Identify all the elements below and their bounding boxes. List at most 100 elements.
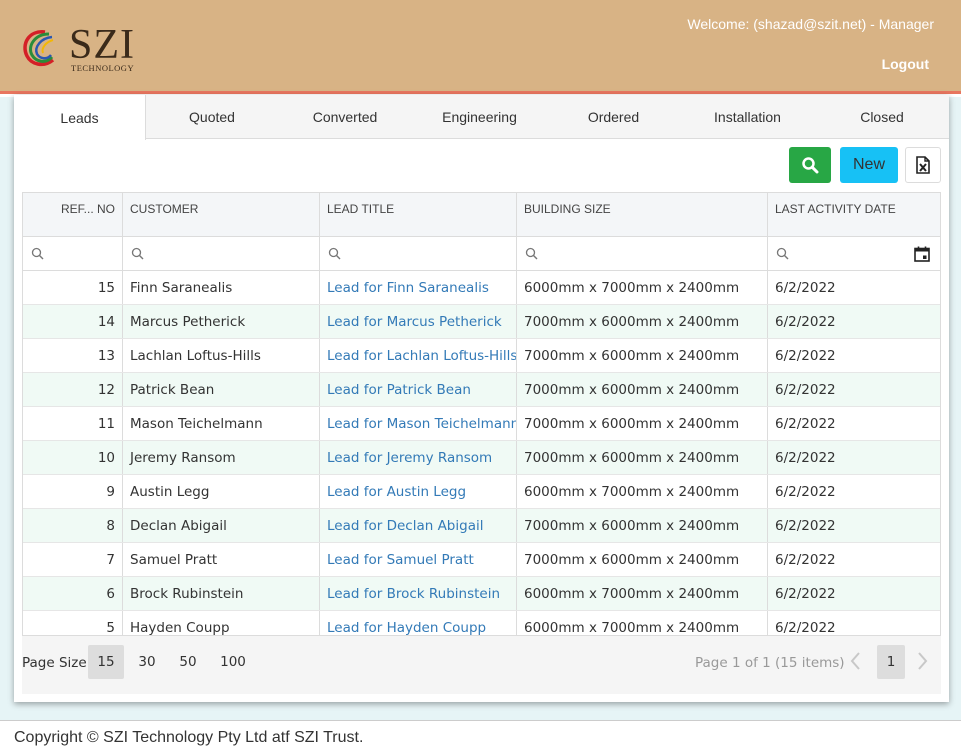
logout-link[interactable]: Logout — [882, 56, 929, 72]
search-icon — [131, 247, 144, 260]
cell-building-size: 7000mm x 6000mm x 2400mm — [517, 339, 768, 372]
cell-building-size: 7000mm x 6000mm x 2400mm — [517, 373, 768, 406]
app-header: SZI TECHNOLOGY Welcome: (shazad@szit.net… — [0, 0, 961, 94]
leads-card: Leads Quoted Converted Engineering Order… — [14, 95, 949, 702]
cell-ref-no: 14 — [23, 305, 123, 338]
tab-quoted[interactable]: Quoted — [146, 95, 278, 139]
table-row[interactable]: 10 Jeremy Ransom Lead for Jeremy Ransom … — [23, 441, 940, 475]
cell-building-size: 6000mm x 7000mm x 2400mm — [517, 577, 768, 610]
cell-customer: Marcus Petherick — [123, 305, 320, 338]
cell-building-size: 6000mm x 7000mm x 2400mm — [517, 271, 768, 304]
grid-body: 15 Finn Saranealis Lead for Finn Saranea… — [23, 271, 940, 636]
cell-customer: Hayden Coupp — [123, 611, 320, 635]
cell-building-size: 6000mm x 7000mm x 2400mm — [517, 475, 768, 508]
lead-title-link[interactable]: Lead for Declan Abigail — [320, 509, 517, 542]
cell-customer: Patrick Bean — [123, 373, 320, 406]
cell-last-activity-date: 6/2/2022 — [775, 313, 836, 330]
filter-last-activity-date[interactable] — [768, 237, 940, 271]
filter-ref-no[interactable] — [23, 237, 123, 271]
page-size-15[interactable]: 15 — [88, 645, 124, 679]
column-header-last-activity-date[interactable]: LAST ACTIVITY DATE — [768, 193, 940, 236]
cell-last-activity-date: 6/2/2022 — [775, 347, 836, 364]
cell-ref-no: 10 — [23, 441, 123, 474]
app-footer: Copyright © SZI Technology Pty Ltd atf S… — [0, 720, 961, 750]
search-icon — [802, 157, 819, 174]
lead-title-link[interactable]: Lead for Hayden Coupp — [320, 611, 517, 635]
table-row[interactable]: 12 Patrick Bean Lead for Patrick Bean 70… — [23, 373, 940, 407]
new-lead-button[interactable]: New — [840, 147, 898, 183]
page-size-50[interactable]: 50 — [173, 645, 203, 679]
cell-ref-no: 7 — [23, 543, 123, 576]
cell-ref-no: 13 — [23, 339, 123, 372]
cell-last-activity-date: 6/2/2022 — [775, 517, 836, 534]
lead-title-link[interactable]: Lead for Austin Legg — [320, 475, 517, 508]
tab-installation[interactable]: Installation — [680, 95, 815, 139]
cell-customer: Samuel Pratt — [123, 543, 320, 576]
page-size-label: Page Size: — [22, 655, 92, 671]
cell-customer: Jeremy Ransom — [123, 441, 320, 474]
table-row[interactable]: 8 Declan Abigail Lead for Declan Abigail… — [23, 509, 940, 543]
leads-panel: New REF... NO CUSTOMER LEAD TITLE BUILDI… — [22, 147, 941, 694]
table-row[interactable]: 11 Mason Teichelmann Lead for Mason Teic… — [23, 407, 940, 441]
cell-last-activity-date: 6/2/2022 — [775, 449, 836, 466]
tab-leads[interactable]: Leads — [14, 95, 146, 140]
lead-title-link[interactable]: Lead for Marcus Petherick — [320, 305, 517, 338]
cell-ref-no: 11 — [23, 407, 123, 440]
cell-last-activity-date: 6/2/2022 — [775, 381, 836, 398]
lead-title-link[interactable]: Lead for Finn Saranealis — [320, 271, 517, 304]
filter-customer[interactable] — [123, 237, 320, 271]
table-row[interactable]: 6 Brock Rubinstein Lead for Brock Rubins… — [23, 577, 940, 611]
table-row[interactable]: 15 Finn Saranealis Lead for Finn Saranea… — [23, 271, 940, 305]
grid-pager: Page Size: 15 30 50 100 Page 1 of 1 (15 … — [22, 636, 941, 694]
lead-title-link[interactable]: Lead for Mason Teichelmann — [320, 407, 517, 440]
lead-title-link[interactable]: Lead for Brock Rubinstein — [320, 577, 517, 610]
cell-ref-no: 8 — [23, 509, 123, 542]
cell-customer: Austin Legg — [123, 475, 320, 508]
chevron-left-icon[interactable] — [849, 651, 861, 671]
search-icon — [525, 247, 538, 260]
logo-swirl-icon — [23, 30, 55, 67]
table-row[interactable]: 14 Marcus Petherick Lead for Marcus Peth… — [23, 305, 940, 339]
page-info: Page 1 of 1 (15 items) — [695, 655, 845, 671]
search-button[interactable] — [789, 147, 831, 183]
tab-closed[interactable]: Closed — [815, 95, 949, 139]
page-size-30[interactable]: 30 — [132, 645, 162, 679]
filter-building-size[interactable] — [517, 237, 768, 271]
cell-customer: Brock Rubinstein — [123, 577, 320, 610]
cell-last-activity-date: 6/2/2022 — [775, 619, 836, 636]
lead-title-link[interactable]: Lead for Lachlan Loftus-Hills — [320, 339, 517, 372]
tab-converted[interactable]: Converted — [278, 95, 412, 139]
column-header-customer[interactable]: CUSTOMER — [123, 193, 320, 236]
column-header-lead-title[interactable]: LEAD TITLE — [320, 193, 517, 236]
cell-building-size: 7000mm x 6000mm x 2400mm — [517, 543, 768, 576]
tab-ordered[interactable]: Ordered — [547, 95, 680, 139]
calendar-icon[interactable] — [914, 246, 930, 262]
table-row[interactable]: 9 Austin Legg Lead for Austin Legg 6000m… — [23, 475, 940, 509]
cell-last-activity-date: 6/2/2022 — [775, 279, 836, 296]
search-icon — [31, 247, 44, 260]
search-icon — [776, 247, 789, 260]
chevron-right-icon[interactable] — [917, 651, 929, 671]
page-size-100[interactable]: 100 — [215, 645, 251, 679]
lead-title-link[interactable]: Lead for Patrick Bean — [320, 373, 517, 406]
cell-building-size: 7000mm x 6000mm x 2400mm — [517, 509, 768, 542]
lead-title-link[interactable]: Lead for Samuel Pratt — [320, 543, 517, 576]
table-row[interactable]: 13 Lachlan Loftus-Hills Lead for Lachlan… — [23, 339, 940, 373]
cell-ref-no: 15 — [23, 271, 123, 304]
excel-export-icon — [916, 156, 930, 174]
column-header-building-size[interactable]: BUILDING SIZE — [517, 193, 768, 236]
search-icon — [328, 247, 341, 260]
column-header-ref-no[interactable]: REF... NO — [23, 193, 123, 236]
tab-engineering[interactable]: Engineering — [412, 95, 547, 139]
cell-building-size: 6000mm x 7000mm x 2400mm — [517, 611, 768, 635]
filter-lead-title[interactable] — [320, 237, 517, 271]
table-row[interactable]: 7 Samuel Pratt Lead for Samuel Pratt 700… — [23, 543, 940, 577]
cell-ref-no: 5 — [23, 611, 123, 635]
lead-title-link[interactable]: Lead for Jeremy Ransom — [320, 441, 517, 474]
export-excel-button[interactable] — [905, 147, 941, 183]
cell-building-size: 7000mm x 6000mm x 2400mm — [517, 407, 768, 440]
table-row[interactable]: 5 Hayden Coupp Lead for Hayden Coupp 600… — [23, 611, 940, 636]
page-number-button[interactable]: 1 — [877, 645, 905, 679]
logo-text: SZI — [69, 22, 135, 68]
leads-grid: REF... NO CUSTOMER LEAD TITLE BUILDING S… — [22, 192, 941, 636]
